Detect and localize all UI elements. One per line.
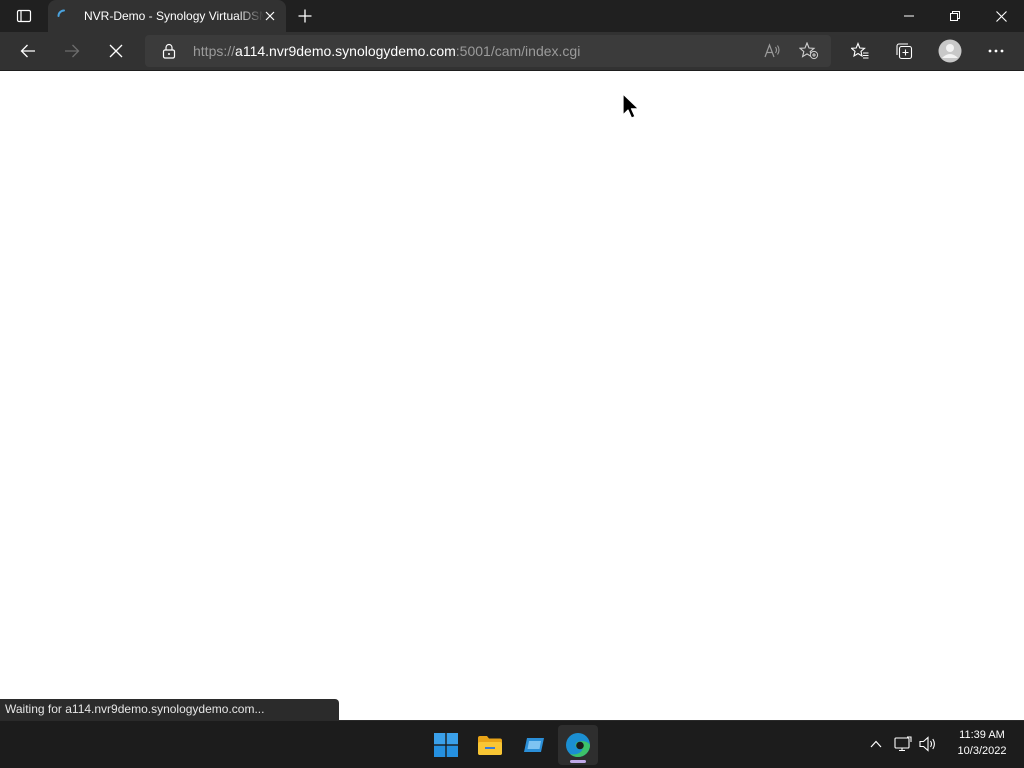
minimize-button[interactable] [886,0,932,32]
profile-avatar-icon [938,39,962,63]
back-arrow-icon [20,44,35,58]
browser-tab-active[interactable]: NVR-Demo - Synology VirtualDSM [48,0,286,32]
active-app-indicator [570,760,586,763]
tab-close-button[interactable] [262,8,278,24]
taskbar-file-explorer[interactable] [470,725,510,765]
tab-title: NVR-Demo - Synology VirtualDSM [84,9,264,23]
forward-button[interactable] [57,36,87,66]
tab-actions-icon [16,9,32,23]
read-aloud-icon[interactable] [763,42,781,60]
network-button[interactable] [892,733,914,755]
address-bar[interactable]: https://a114.nvr9demo.synologydemo.com:5… [145,35,831,67]
url-host: a114.nvr9demo.synologydemo.com [235,43,456,59]
network-icon [894,736,912,752]
restore-button[interactable] [932,0,978,32]
collections-button[interactable] [889,36,919,66]
new-tab-button[interactable] [294,5,316,27]
favorites-button[interactable] [845,36,875,66]
page-content-blank[interactable] [0,71,1024,720]
taskbar-storage-app[interactable] [514,725,554,765]
windows-taskbar: 11:39 AM 10/3/2022 [0,720,1024,768]
profile-button[interactable] [935,36,965,66]
close-icon [265,11,275,21]
plus-icon [298,9,312,23]
volume-button[interactable] [917,733,939,755]
back-button[interactable] [13,36,43,66]
clock-time: 11:39 AM [959,729,1005,741]
url-text[interactable]: https://a114.nvr9demo.synologydemo.com:5… [193,35,580,67]
collections-icon [896,43,913,60]
taskbar-edge[interactable] [558,725,598,765]
clock-date: 10/3/2022 [957,745,1007,757]
stop-loading-icon [109,44,123,58]
volume-icon [919,736,935,752]
lock-icon[interactable] [162,43,176,59]
storage-app-icon [524,738,544,752]
start-icon [434,733,458,757]
more-menu-icon [988,49,1004,53]
taskbar-clock[interactable]: 11:39 AM 10/3/2022 [944,727,1020,763]
mouse-cursor-icon [622,93,640,119]
loading-spinner-icon [57,9,65,17]
forward-arrow-icon [65,44,80,58]
close-window-icon [995,10,1007,22]
url-scheme: https:// [193,43,236,59]
start-button[interactable] [426,725,466,765]
minimize-icon [904,15,914,17]
stop-loading-button[interactable] [101,36,131,66]
url-path: :5001/cam/index.cgi [455,43,581,59]
chevron-up-icon [870,740,882,748]
close-window-button[interactable] [978,0,1024,32]
show-hidden-icons-button[interactable] [865,733,887,755]
restore-icon [950,11,960,21]
browser-toolbar: https://a114.nvr9demo.synologydemo.com:5… [0,32,1024,71]
status-bar-text: Waiting for a114.nvr9demo.synologydemo.c… [0,699,339,720]
star-add-icon[interactable] [799,42,819,60]
favorites-icon [851,42,869,59]
file-explorer-icon [478,736,502,755]
edge-icon [566,733,591,758]
browser-titlebar: NVR-Demo - Synology VirtualDSM [0,0,1024,32]
tab-actions-button[interactable] [10,7,38,25]
settings-menu-button[interactable] [981,36,1011,66]
